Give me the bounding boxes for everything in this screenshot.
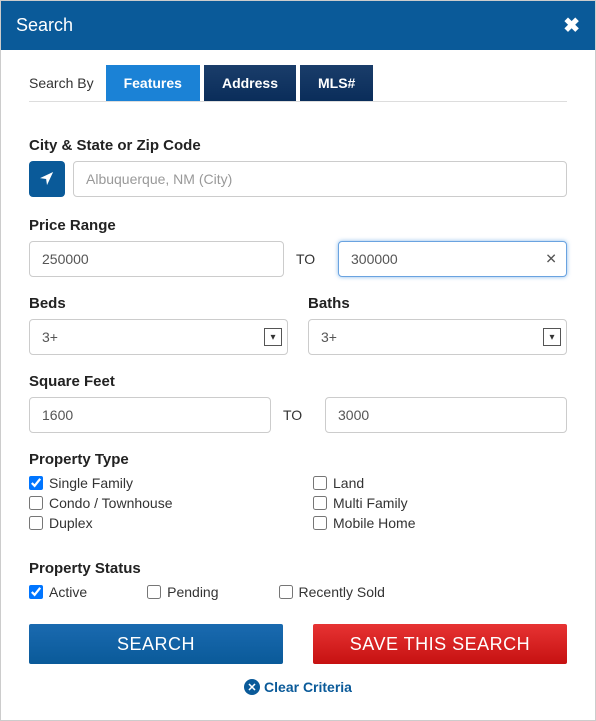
status-recently-sold[interactable]: Recently Sold <box>279 584 385 600</box>
clear-criteria-link[interactable]: ✕ Clear Criteria <box>29 679 567 695</box>
search-modal: Search ✖ Search By Features Address MLS#… <box>0 0 596 721</box>
price-section: Price Range TO ✕ <box>29 217 567 277</box>
status-pending-checkbox[interactable] <box>147 585 161 599</box>
location-label: City & State or Zip Code <box>29 137 567 154</box>
property-status-section: Property Status Active Pending Recently … <box>29 560 567 604</box>
save-search-button[interactable]: SAVE THIS SEARCH <box>313 624 567 664</box>
location-arrow-icon <box>40 172 54 186</box>
beds-value[interactable] <box>29 319 288 355</box>
ptype-multi-family[interactable]: Multi Family <box>313 495 567 511</box>
close-button[interactable]: ✖ <box>563 13 580 38</box>
tab-row: Search By Features Address MLS# <box>29 65 567 102</box>
ptype-land[interactable]: Land <box>313 475 567 491</box>
ptype-condo[interactable]: Condo / Townhouse <box>29 495 283 511</box>
status-active-checkbox[interactable] <box>29 585 43 599</box>
status-recently-sold-checkbox[interactable] <box>279 585 293 599</box>
modal-body: Search By Features Address MLS# City & S… <box>1 50 595 720</box>
ptype-single-family[interactable]: Single Family <box>29 475 283 491</box>
baths-label: Baths <box>308 295 567 312</box>
ptype-land-checkbox[interactable] <box>313 476 327 490</box>
ptype-col-2: Land Multi Family Mobile Home <box>313 475 567 535</box>
close-icon: ✖ <box>563 15 580 37</box>
sqft-to-label: TO <box>283 397 313 433</box>
clear-criteria-icon: ✕ <box>244 679 260 695</box>
ptype-duplex-checkbox[interactable] <box>29 516 43 530</box>
sqft-min-input[interactable] <box>29 397 271 433</box>
tab-features[interactable]: Features <box>106 65 200 101</box>
tab-mls[interactable]: MLS# <box>300 65 373 101</box>
search-by-label: Search By <box>29 75 94 91</box>
property-status-label: Property Status <box>29 560 567 577</box>
clear-criteria-label: Clear Criteria <box>264 679 352 695</box>
sqft-max-input[interactable] <box>325 397 567 433</box>
sqft-section: Square Feet TO <box>29 373 567 433</box>
beds-baths-row: Beds ▾ Baths ▾ <box>29 295 567 355</box>
price-min-input[interactable] <box>29 241 284 277</box>
ptype-condo-checkbox[interactable] <box>29 496 43 510</box>
property-type-section: Property Type Single Family Condo / Town… <box>29 451 567 535</box>
status-pending[interactable]: Pending <box>147 584 218 600</box>
clear-price-max-icon[interactable]: ✕ <box>545 251 557 268</box>
modal-header: Search ✖ <box>1 1 595 50</box>
ptype-mobile-home-checkbox[interactable] <box>313 516 327 530</box>
button-row: SEARCH SAVE THIS SEARCH <box>29 624 567 664</box>
search-button[interactable]: SEARCH <box>29 624 283 664</box>
status-active[interactable]: Active <box>29 584 87 600</box>
ptype-mobile-home[interactable]: Mobile Home <box>313 515 567 531</box>
ptype-multi-family-checkbox[interactable] <box>313 496 327 510</box>
modal-title: Search <box>16 15 73 36</box>
location-section: City & State or Zip Code <box>29 137 567 197</box>
sqft-label: Square Feet <box>29 373 567 390</box>
geolocate-button[interactable] <box>29 161 65 197</box>
tab-address[interactable]: Address <box>204 65 296 101</box>
property-type-label: Property Type <box>29 451 567 468</box>
baths-value[interactable] <box>308 319 567 355</box>
ptype-duplex[interactable]: Duplex <box>29 515 283 531</box>
price-label: Price Range <box>29 217 567 234</box>
ptype-single-family-checkbox[interactable] <box>29 476 43 490</box>
location-input[interactable] <box>73 161 567 197</box>
ptype-col-1: Single Family Condo / Townhouse Duplex <box>29 475 283 535</box>
price-to-label: TO <box>296 241 326 277</box>
beds-label: Beds <box>29 295 288 312</box>
beds-select[interactable]: ▾ <box>29 319 288 355</box>
baths-select[interactable]: ▾ <box>308 319 567 355</box>
price-max-input[interactable] <box>338 241 567 277</box>
